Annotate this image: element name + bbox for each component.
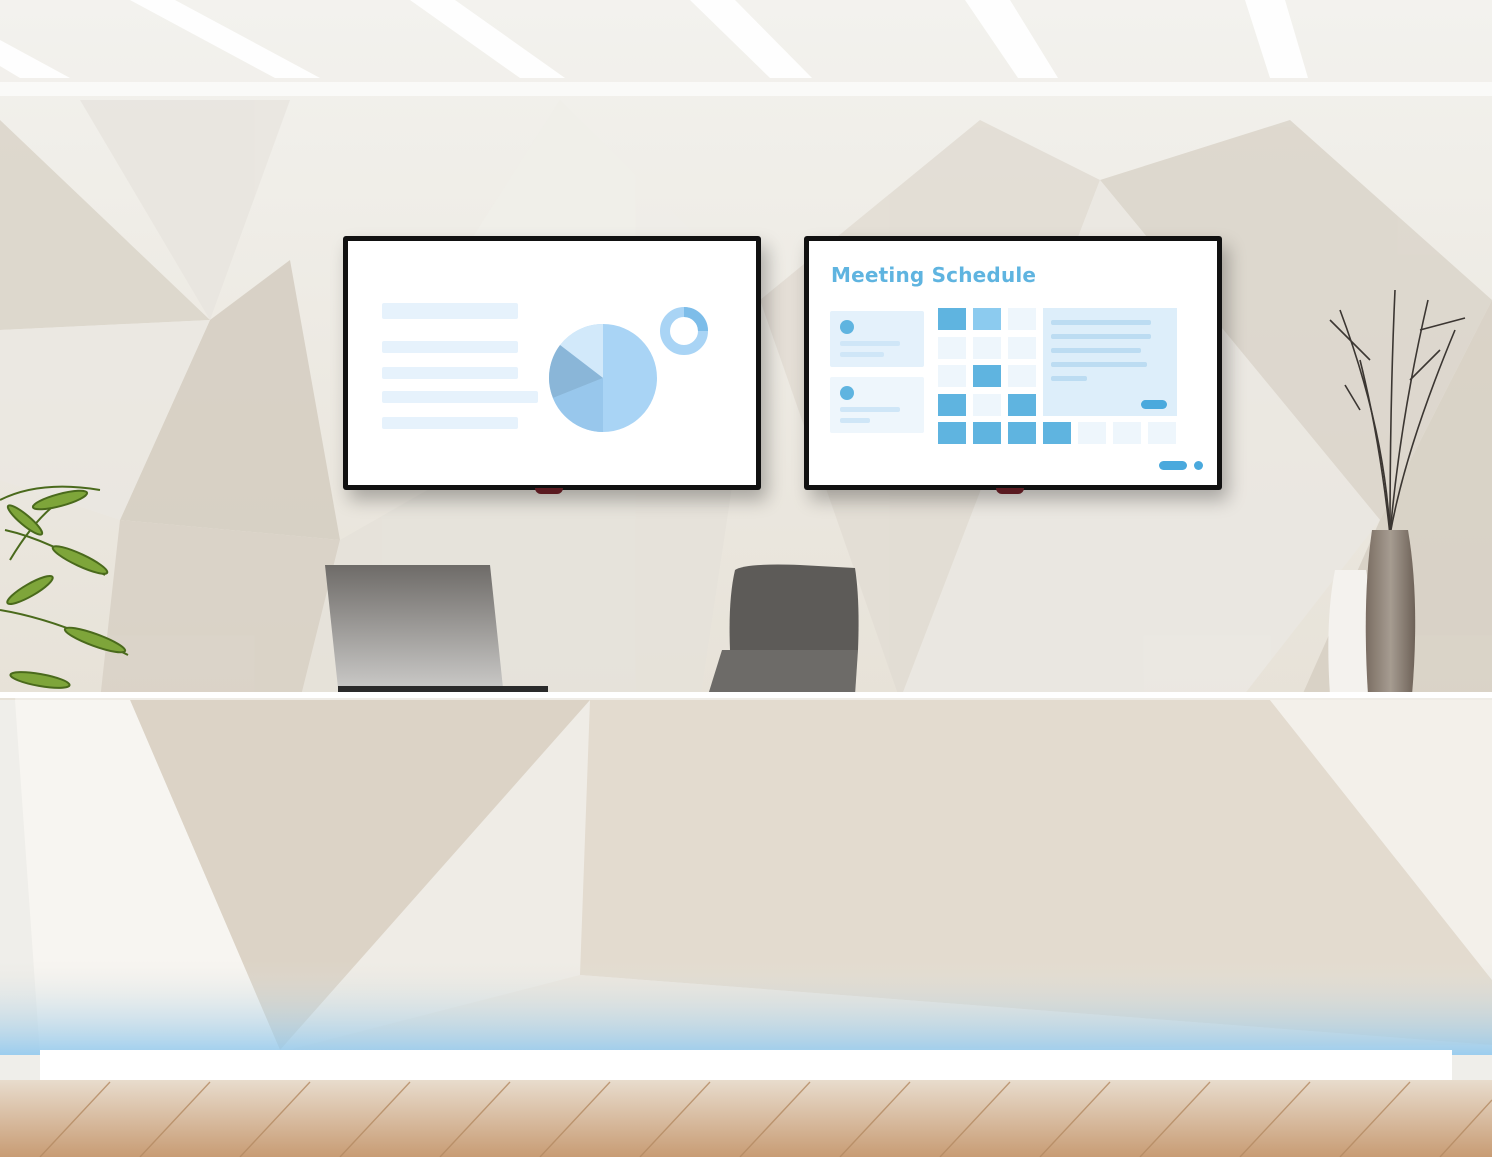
calendar-cell (973, 308, 1001, 330)
calendar-cell (938, 365, 966, 387)
donut-chart-icon (660, 307, 708, 355)
calendar-cell (1078, 422, 1106, 444)
calendar-cell (1008, 394, 1036, 416)
text-line (1051, 376, 1087, 381)
indicator-light (535, 488, 563, 494)
calendar-cell (1008, 365, 1036, 387)
text-line (382, 367, 518, 379)
calendar-cell (973, 394, 1001, 416)
text-line (840, 352, 884, 357)
text-line (840, 341, 900, 346)
calendar-cell (938, 394, 966, 416)
text-line (840, 407, 900, 412)
event-detail-panel (1043, 308, 1177, 416)
text-line (382, 391, 538, 403)
text-line (1051, 348, 1141, 353)
left-display (343, 236, 761, 494)
reception-scene (0, 0, 1492, 1157)
event-card (830, 377, 924, 433)
reception-desk (0, 692, 1492, 1082)
calendar-cell (1148, 422, 1176, 444)
pagination-indicator (1159, 461, 1187, 470)
event-card (830, 311, 924, 367)
text-line (1051, 334, 1151, 339)
calendar-cell (938, 337, 966, 359)
right-display: Meeting Schedule (804, 236, 1222, 494)
pie-chart-icon (549, 323, 657, 432)
text-line (1051, 362, 1147, 367)
text-line (382, 303, 518, 319)
wood-floor (0, 1080, 1492, 1157)
calendar-cell (1008, 422, 1036, 444)
schedule-title: Meeting Schedule (831, 263, 1037, 287)
calendar-cell (1043, 422, 1071, 444)
event-dot-icon (840, 386, 854, 400)
calendar-cell (973, 337, 1001, 359)
calendar-cell (938, 308, 966, 330)
calendar-cell (1113, 422, 1141, 444)
text-line (382, 341, 518, 353)
text-line (382, 417, 518, 429)
calendar-cell (973, 365, 1001, 387)
calendar-cell (973, 422, 1001, 444)
left-display-screen (348, 241, 756, 485)
event-dot-icon (840, 320, 854, 334)
action-button (1141, 400, 1167, 409)
pagination-dot (1194, 461, 1203, 470)
indicator-light (996, 488, 1024, 494)
text-line (840, 418, 870, 423)
calendar-cell (1008, 308, 1036, 330)
right-display-screen: Meeting Schedule (809, 241, 1217, 485)
calendar-cell (1008, 337, 1036, 359)
text-line (1051, 320, 1151, 325)
calendar-cell (938, 422, 966, 444)
